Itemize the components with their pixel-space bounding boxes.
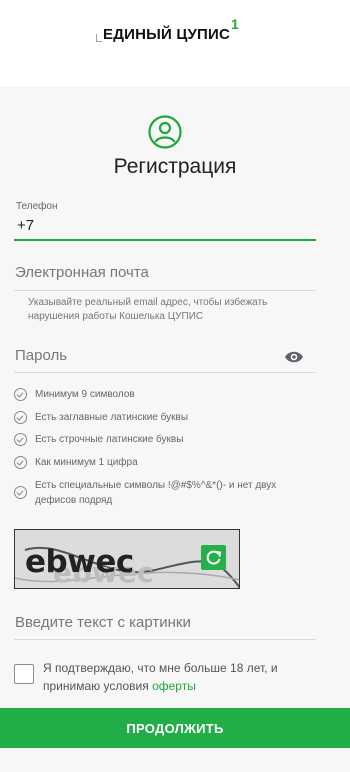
password-requirement: Как минимум 1 цифра [14, 455, 138, 470]
header: ЕДИНЫЙ ЦУПИС1 [0, 0, 350, 86]
password-requirement: Есть строчные латинские буквы [14, 432, 183, 447]
logo: ЕДИНЫЙ ЦУПИС1 [103, 16, 239, 43]
password-requirement: Минимум 9 символов [14, 387, 135, 402]
bottom-strip [0, 748, 350, 772]
captcha-text: ebwec [25, 544, 134, 580]
check-circle-icon [14, 433, 27, 446]
email-hint: Указывайте реальный email адрес, чтобы и… [28, 297, 268, 322]
refresh-icon [206, 550, 222, 565]
check-circle-icon [14, 388, 27, 401]
age-confirm-checkbox[interactable] [14, 664, 34, 684]
captcha-input[interactable]: Введите текст с картинки [15, 614, 191, 631]
email-input[interactable]: Электронная почта [15, 264, 149, 281]
logo-mark [96, 34, 102, 42]
password-requirement: Есть заглавные латинские буквы [14, 410, 188, 425]
check-circle-icon [14, 456, 27, 469]
eye-icon[interactable] [284, 350, 304, 364]
phone-underline [14, 239, 316, 241]
password-requirement: Есть специальные символы !@#$%^&*()- и н… [14, 478, 300, 508]
refresh-button[interactable] [201, 545, 226, 570]
password-input[interactable]: Пароль [15, 347, 67, 364]
email-underline [14, 290, 316, 291]
agreement-text: Я подтверждаю, что мне больше 18 лет, и … [43, 661, 278, 693]
captcha-underline [14, 639, 316, 640]
phone-input[interactable]: +7 [17, 217, 34, 234]
check-circle-icon [14, 411, 27, 424]
logo-text: ЕДИНЫЙ ЦУПИС [103, 26, 231, 43]
check-circle-icon [14, 486, 27, 499]
continue-button[interactable]: ПРОДОЛЖИТЬ [0, 708, 350, 748]
user-circle-icon [148, 115, 182, 149]
phone-label: Телефон [16, 201, 58, 212]
page-title: Регистрация [113, 155, 237, 178]
password-underline [14, 372, 316, 373]
logo-superscript: 1 [231, 16, 240, 32]
offer-link[interactable]: оферты [152, 679, 196, 693]
